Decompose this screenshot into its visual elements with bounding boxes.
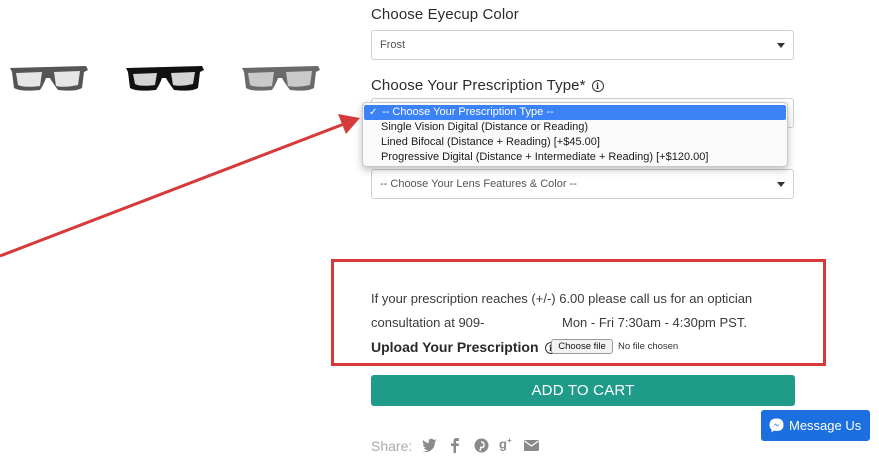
prescription-option-progressive[interactable]: Progressive Digital (Distance + Intermed… xyxy=(363,150,787,165)
add-to-cart-button[interactable]: ADD TO CART xyxy=(371,375,795,406)
twitter-icon[interactable] xyxy=(422,438,438,452)
share-label: Share: xyxy=(371,438,413,454)
glasses-thumbnail-gray[interactable] xyxy=(6,58,90,98)
eyecup-color-label: Choose Eyecup Color xyxy=(371,6,519,23)
checkmark-icon: ✓ xyxy=(369,107,378,118)
option-label: -- Choose Your Prescription Type -- xyxy=(382,106,554,118)
pinterest-icon[interactable] xyxy=(474,438,489,453)
prescription-option-single-vision[interactable]: Single Vision Digital (Distance or Readi… xyxy=(363,120,787,135)
info-circle-icon[interactable]: i xyxy=(591,80,604,92)
lens-features-select[interactable]: -- Choose Your Lens Features & Color -- xyxy=(371,169,794,199)
eyecup-color-select[interactable]: Frost xyxy=(371,30,794,60)
upload-prescription-label: Upload Your Prescription xyxy=(371,339,539,355)
facebook-icon[interactable] xyxy=(450,438,460,453)
prescription-type-label-row: Choose Your Prescription Type* i xyxy=(371,77,604,94)
chevron-down-icon xyxy=(777,182,785,187)
google-plus-icon[interactable]: g+ xyxy=(499,436,512,451)
choose-file-button[interactable]: Choose file xyxy=(551,339,613,354)
message-us-label: Message Us xyxy=(789,418,862,433)
prescription-option-lined-bifocal[interactable]: Lined Bifocal (Distance + Reading) [+$45… xyxy=(363,135,787,150)
option-label: Lined Bifocal (Distance + Reading) [+$45… xyxy=(381,136,600,148)
glasses-thumbnail-black[interactable] xyxy=(122,58,206,98)
chevron-down-icon xyxy=(777,43,785,48)
email-icon[interactable] xyxy=(524,440,539,451)
notice-line-1: If your prescription reaches (+/-) 6.00 … xyxy=(371,291,753,306)
prescription-option-placeholder[interactable]: ✓ -- Choose Your Prescription Type -- xyxy=(364,105,786,120)
message-us-button[interactable]: Message Us xyxy=(761,410,870,441)
option-label: Progressive Digital (Distance + Intermed… xyxy=(381,151,709,163)
option-label: Single Vision Digital (Distance or Readi… xyxy=(381,121,589,133)
eyecup-color-value: Frost xyxy=(380,39,406,51)
file-status-text: No file chosen xyxy=(618,341,679,352)
prescription-type-dropdown: ✓ -- Choose Your Prescription Type -- Si… xyxy=(362,102,788,167)
lens-features-value: -- Choose Your Lens Features & Color -- xyxy=(380,178,577,190)
notice-line-2-hours: Mon - Fri 7:30am - 4:30pm PST. xyxy=(562,315,747,330)
notice-line-2-prefix: consultation at 909- xyxy=(371,315,485,330)
upload-prescription-row: Upload Your Prescriptioni xyxy=(371,339,557,355)
glasses-thumbnail-clear[interactable] xyxy=(238,58,322,98)
prescription-type-label: Choose Your Prescription Type* xyxy=(371,77,586,94)
messenger-icon xyxy=(769,418,784,433)
annotation-arrow xyxy=(0,114,360,258)
